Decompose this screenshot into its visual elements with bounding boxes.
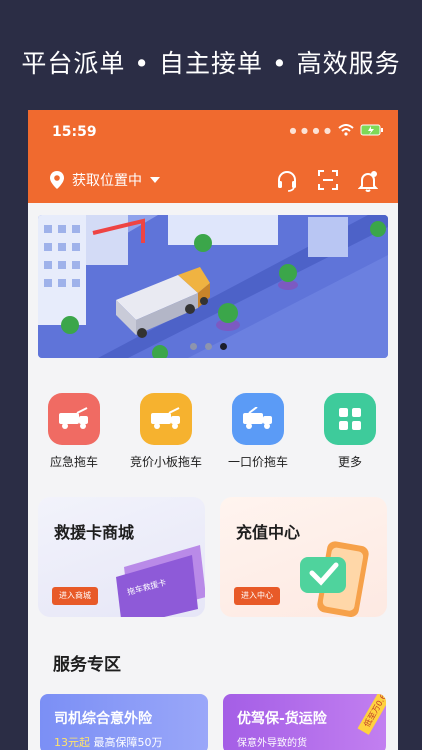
enter-center-button[interactable]: 进入中心 — [234, 587, 280, 605]
section-title: 服务专区 — [53, 655, 121, 675]
promo-subtitle: 13元起 最高保障50万 — [54, 734, 163, 750]
quick-action-label: 竞价小板拖车 — [129, 455, 202, 469]
carousel-dot[interactable] — [205, 343, 212, 350]
carousel-dot[interactable] — [190, 343, 197, 350]
recharge-center[interactable]: 充值中心 进入中心 — [220, 497, 387, 617]
enter-mall-button[interactable]: 进入商城 — [52, 587, 98, 605]
location-selector[interactable]: 获取位置中 — [50, 170, 160, 190]
carousel-indicator[interactable] — [190, 343, 227, 350]
caret-down-icon — [150, 177, 160, 183]
promo-subtitle: 保意外导致的货 — [237, 738, 307, 749]
signal-icon: ● ● ● ● — [289, 125, 332, 135]
promo-coverage: 最高保障50万 — [93, 736, 163, 749]
rescue-card-image: 拖车救援卡 — [116, 545, 205, 617]
quick-action-more[interactable]: 更多 — [304, 393, 396, 470]
rescue-card-mall[interactable]: 救援卡商城 拖车救援卡 进入商城 — [38, 497, 205, 617]
scan-icon[interactable] — [318, 170, 338, 190]
bell-icon[interactable] — [358, 170, 378, 192]
quick-action-bid-flatbed[interactable]: 竞价小板拖车 — [120, 393, 212, 470]
headset-icon[interactable] — [276, 170, 298, 192]
promo-title: 优驾保-货运险 — [237, 711, 327, 727]
quick-action-label: 一口价拖车 — [227, 455, 288, 469]
headline: 平台派单 • 自主接单 • 高效服务 — [21, 49, 401, 78]
location-pin-icon — [50, 171, 64, 189]
phone-screen: 15:59 ● ● ● ● 获取位置中 应急拖车 竞价小板拖车 一口价拖车 更多… — [28, 110, 398, 750]
battery-icon — [360, 124, 383, 136]
quick-action-label: 更多 — [337, 455, 362, 469]
quick-action-fixed-price[interactable]: 一口价拖车 — [212, 393, 304, 470]
quick-action-label: 应急拖车 — [49, 455, 98, 469]
promo-banner[interactable] — [38, 215, 388, 358]
phone-check-illustration — [300, 541, 369, 617]
promo-rate-tag: 低至万0.6 — [357, 694, 386, 735]
tow-truck-icon — [48, 393, 100, 445]
promo-title: 司机综合意外险 — [54, 711, 152, 727]
top-bar: 15:59 ● ● ● ● 获取位置中 — [28, 110, 398, 203]
status-icons: ● ● ● ● — [289, 124, 384, 136]
quick-action-emergency-tow[interactable]: 应急拖车 — [28, 393, 120, 470]
city-tow-illustration — [38, 215, 388, 358]
promo-accident-insurance[interactable]: 司机综合意外险 13元起 最高保障50万 — [40, 694, 208, 750]
recharge-center-title: 充值中心 — [236, 523, 301, 542]
location-label: 获取位置中 — [72, 173, 142, 189]
wifi-icon — [338, 124, 354, 136]
promo-price: 13元起 — [54, 736, 90, 749]
grid-icon — [324, 393, 376, 445]
promo-cargo-insurance[interactable]: 优驾保-货运险 低至万0.6 保意外导致的货 — [223, 694, 386, 750]
crane-truck-icon — [232, 393, 284, 445]
status-time: 15:59 — [52, 124, 97, 140]
topbar-actions — [276, 170, 378, 192]
carousel-dot-active[interactable] — [220, 343, 227, 350]
flatbed-truck-icon — [140, 393, 192, 445]
